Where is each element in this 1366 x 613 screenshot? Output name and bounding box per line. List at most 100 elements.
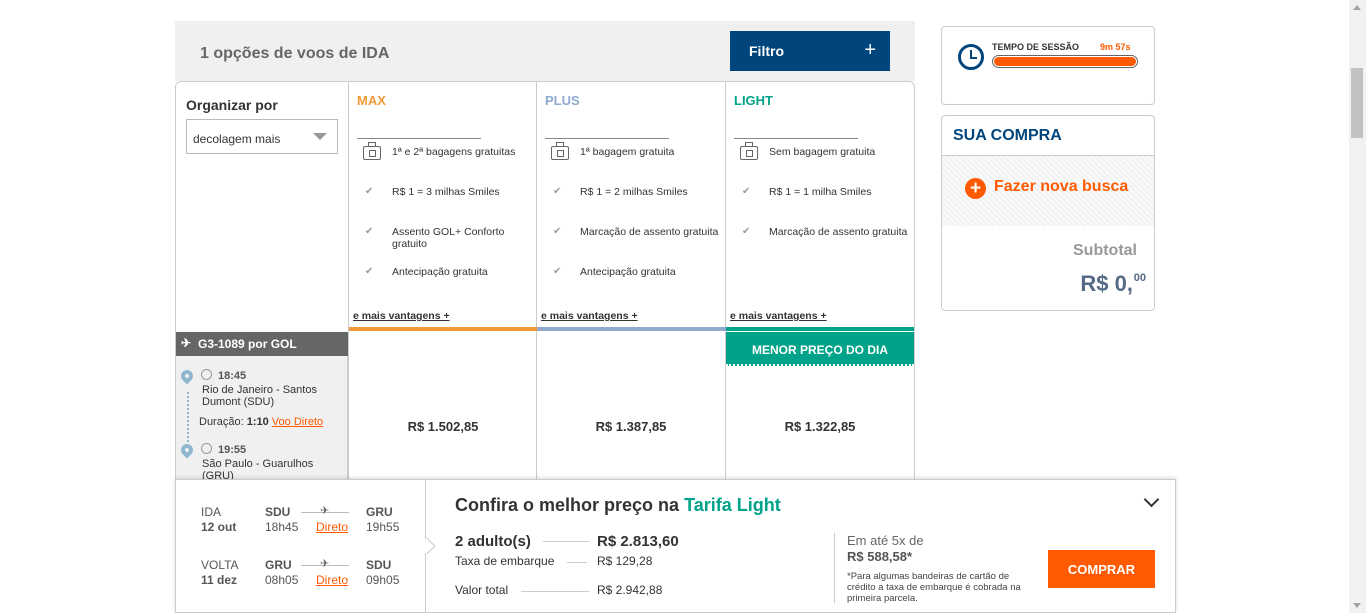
flight-header: ✈ G3-1089 por GOL [176,332,348,356]
leg-arrival: 09h05 [366,573,400,587]
benefit-text: R$ 1 = 1 milha Smiles [769,186,872,198]
leg-arrival: 19h55 [366,520,400,534]
scroll-up-icon[interactable] [1353,5,1361,10]
session-label: TEMPO DE SESSÃO [992,42,1080,52]
results-header: 1 opções de voos de IDA Filtro + [175,21,915,81]
confirm-title-text: Confira o melhor preço na [455,495,680,515]
arrival-time: 19:55 [218,444,247,456]
price-value: R$ 1.322,85 [784,419,856,434]
tax-label: Taxa de embarque [455,554,555,568]
fare-column-plus: PLUS 1ª bagagem gratuita ✔ R$ 1 = 2 milh… [537,82,726,332]
dash-line [567,562,587,563]
check-icon: ✔ [365,266,374,277]
installments-note: *Para algumas bandeiras de cartão de cré… [847,571,1021,604]
dash-line [543,541,589,542]
sort-label: Organizar por [186,97,278,113]
session-timer: TEMPO DE SESSÃO 9m 57s [941,26,1155,105]
leg-date: 12 out [201,520,237,534]
route-line [187,392,189,442]
chevron-down-icon[interactable] [1143,491,1160,508]
location-pin-icon [178,367,196,385]
fare-price-plus[interactable]: R$ 1.387,85 [537,332,725,481]
leg-destination: SDU [366,558,392,572]
duration-label: Duração: [199,416,244,428]
divider [734,138,858,139]
fare-column-max: MAX 1ª e 2ª bagagens gratuitas ✔ R$ 1 = … [349,82,537,332]
new-search-link[interactable]: Fazer nova busca [994,178,1128,196]
fare-price-max[interactable]: R$ 1.502,85 [349,332,537,481]
benefit-text: Antecipação gratuita [580,266,676,278]
subtotal-value: R$ 0, [1080,271,1133,296]
direct-link[interactable]: Direto [316,573,348,587]
fare-color-bar [349,327,537,331]
check-icon: ✔ [365,186,374,197]
benefit-text: 1ª bagagem gratuita [580,146,675,158]
fare-column-light: LIGHT Sem bagagem gratuita ✔ R$ 1 = 1 mi… [726,82,914,332]
adults-label: 2 adulto(s) [455,533,531,550]
session-progress-bar [992,55,1138,68]
fare-color-bar [726,327,914,331]
airplane-icon: ✈ [181,336,192,350]
more-benefits-link[interactable]: e mais vantagens + [353,310,450,322]
direct-flight-link[interactable]: Voo Direto [272,416,323,428]
plus-circle-icon: + [965,178,986,199]
check-icon: ✔ [553,266,562,277]
clock-icon [958,44,984,70]
leg-departure: 18h45 [265,520,299,534]
plus-icon: + [864,39,876,61]
scroll-thumb[interactable] [1351,68,1363,138]
benefit-text: R$ 1 = 2 milhas Smiles [580,186,688,198]
airplane-icon: ✈ [320,505,330,517]
location-pin-icon [178,441,196,459]
chevron-down-icon [313,133,327,140]
sort-value: decolagem mais [193,132,281,146]
flight-code: G3-1089 por GOL [198,337,297,351]
filter-button[interactable]: Filtro + [730,31,890,71]
total-label: Valor total [455,583,509,597]
check-icon: ✔ [742,226,751,237]
duration-value: 1:10 [246,416,269,428]
fare-highlight: Tarifa Light [684,495,781,515]
airplane-icon: ✈ [320,558,330,570]
more-benefits-link[interactable]: e mais vantagens + [730,310,827,322]
installments-label: Em até 5x de [847,533,924,548]
check-icon: ✔ [553,186,562,197]
benefit-text: Marcação de assento gratuita [580,226,719,238]
tax-value: R$ 129,28 [597,554,653,568]
fare-color-bar [537,327,726,331]
buy-button[interactable]: COMPRAR [1048,550,1155,588]
fare-name: LIGHT [734,93,773,108]
total-value: R$ 2.942,88 [597,583,663,597]
benefit-text: Marcação de assento gratuita [769,226,908,238]
confirm-title: Confira o melhor preço na Tarifa Light [455,495,781,516]
divider [357,138,481,139]
leg-type: VOLTA [201,558,239,572]
leg-return: VOLTA 11 dez GRU 08h05 ✈ Direto SDU 09h0… [201,558,411,598]
check-icon: ✔ [553,226,562,237]
fare-name: PLUS [545,93,580,108]
leg-origin: GRU [265,558,292,572]
clock-icon [201,369,212,380]
check-icon: ✔ [742,186,751,197]
itinerary: IDA 12 out SDU 18h45 ✈ Direto GRU 19h55 … [176,480,426,613]
duration: Duração: 1:10 Voo Direto [199,416,323,428]
divider [545,138,669,139]
leg-outbound: IDA 12 out SDU 18h45 ✈ Direto GRU 19h55 [201,505,411,545]
scrollbar[interactable] [1349,0,1366,613]
clock-icon [201,443,212,454]
adults-value: R$ 2.813,60 [597,533,679,550]
filter-label: Filtro [749,43,784,59]
price-value: R$ 1.502,85 [407,419,479,434]
more-benefits-link[interactable]: e mais vantagens + [541,310,638,322]
new-search-area[interactable]: + Fazer nova busca [942,155,1154,226]
direct-link[interactable]: Direto [316,520,348,534]
flight-details: 18:45 Rio de Janeiro - Santos Dumont (SD… [176,356,348,482]
scroll-down-icon[interactable] [1353,603,1361,608]
price-value: R$ 1.387,85 [595,419,667,434]
best-price-badge: MENOR PREÇO DO DIA [726,332,914,366]
benefit-text: Antecipação gratuita [392,266,488,278]
leg-type: IDA [201,505,222,519]
sort-select[interactable]: decolagem mais [186,119,338,154]
session-time: 9m 57s [1100,42,1131,52]
leg-destination: GRU [366,505,393,519]
